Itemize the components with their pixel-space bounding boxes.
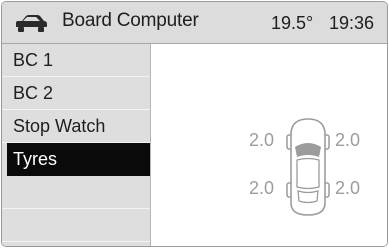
outside-temperature: 19.5° — [271, 13, 314, 33]
tyre-rear-right-pressure: 2.0 — [335, 178, 361, 198]
car-top-view-icon — [286, 118, 330, 216]
car-icon — [16, 15, 47, 32]
menu-item-empty — [2, 209, 150, 242]
menu-item-bc2[interactable]: BC 2 — [2, 77, 150, 110]
tyre-pressure-panel: 2.0 2.0 2.0 2.0 — [151, 44, 387, 246]
tyre-front-right-pressure: 2.0 — [335, 130, 361, 150]
clock-time: 19:36 — [329, 13, 375, 33]
board-computer-screen: Board Computer 19.5° 19:36 BC 1 BC 2 Sto… — [1, 1, 388, 247]
page-title: Board Computer — [62, 10, 199, 31]
header-bar: Board Computer 19.5° 19:36 — [2, 2, 387, 44]
sidebar-menu: BC 1 BC 2 Stop Watch Tyres — [2, 44, 151, 246]
tyre-front-left-pressure: 2.0 — [249, 130, 275, 150]
menu-item-stop-watch[interactable]: Stop Watch — [2, 110, 150, 143]
menu-item-bc1[interactable]: BC 1 — [2, 44, 150, 77]
menu-item-empty — [2, 176, 150, 209]
menu-item-tyres[interactable]: Tyres — [7, 143, 150, 176]
tyre-rear-left-pressure: 2.0 — [249, 178, 275, 198]
